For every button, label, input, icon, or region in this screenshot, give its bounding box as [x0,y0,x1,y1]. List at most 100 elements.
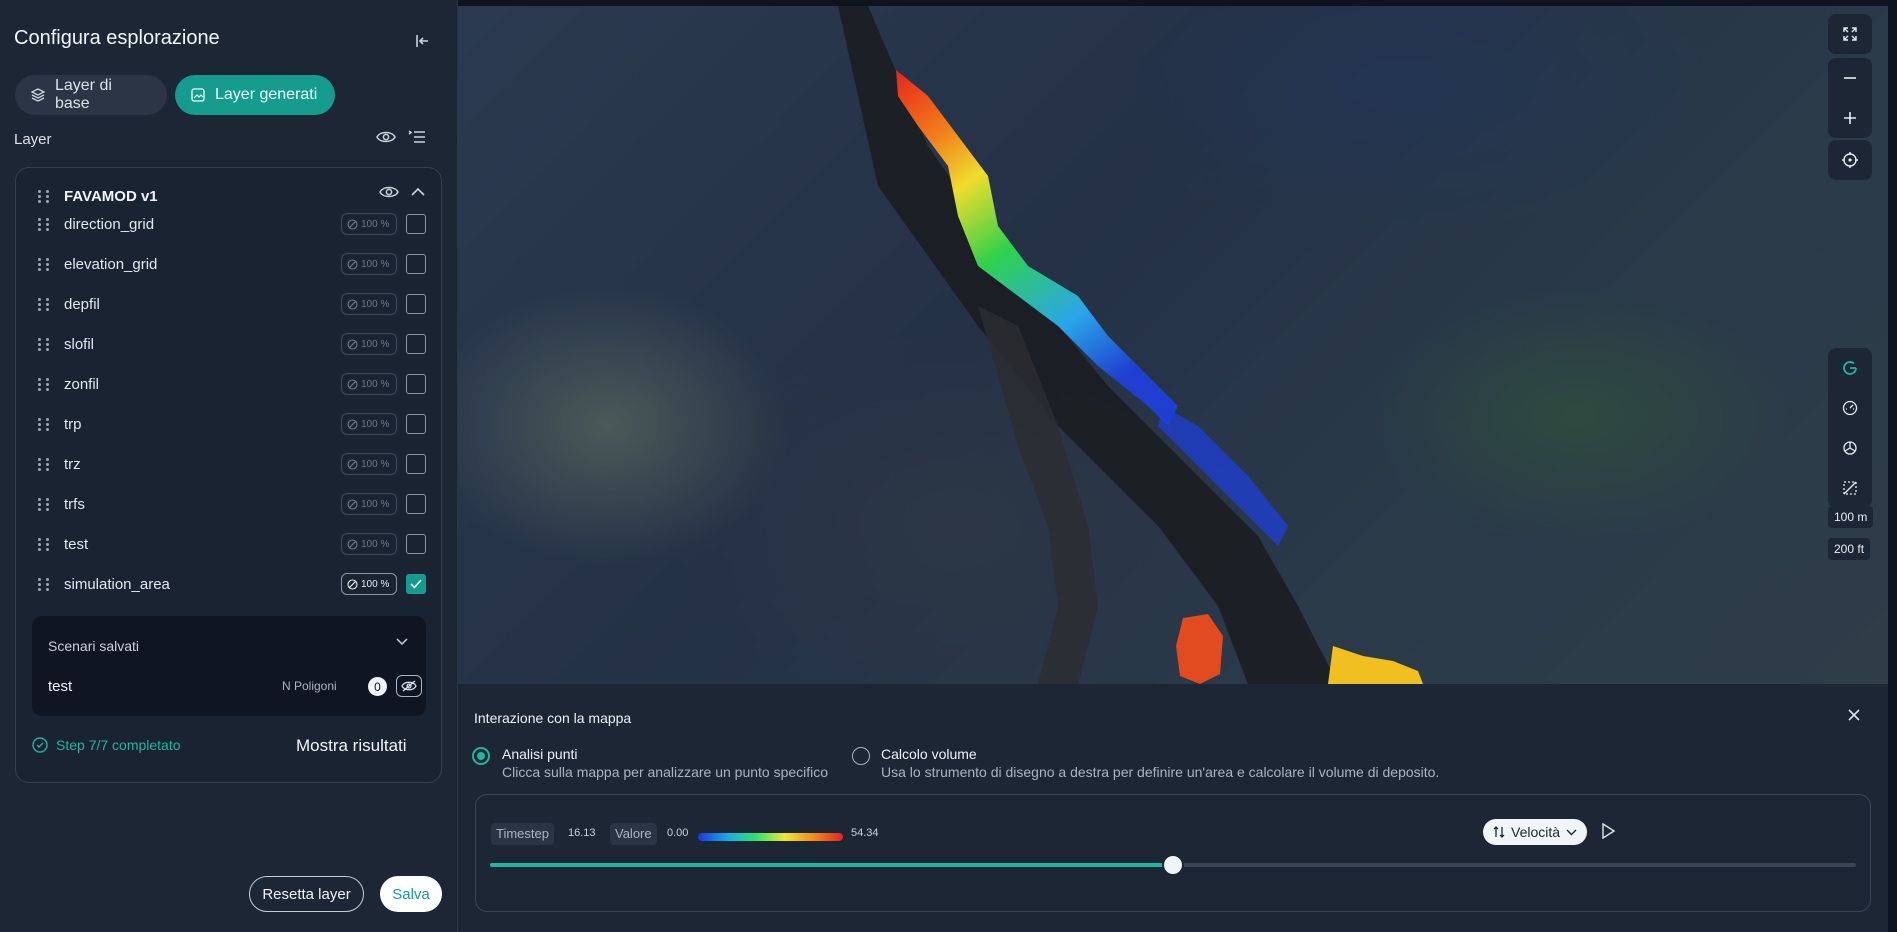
opacity-control[interactable]: 100 % [341,413,397,435]
layer-checkbox[interactable] [406,334,426,354]
layer-name: simulation_area [64,575,170,593]
opacity-control[interactable]: 100 % [341,453,397,475]
layer-name: trz [64,455,81,473]
layer-name: trp [64,415,82,433]
opacity-control[interactable]: 100 % [341,573,397,595]
drag-handle-icon[interactable] [38,416,52,432]
check-icon [410,579,422,589]
timestep-value: 16.13 [568,827,596,839]
opacity-icon [347,298,358,310]
reset-layer-button[interactable]: Resetta layer [249,876,364,912]
drag-handle-icon[interactable] [38,188,52,204]
drag-handle-icon[interactable] [38,536,52,552]
drag-handle-icon[interactable] [38,376,52,392]
google-tool-button[interactable] [1828,348,1872,388]
layer-row[interactable]: trfs 100 % [16,484,441,524]
layer-row[interactable]: trz 100 % [16,444,441,484]
opacity-control[interactable]: 100 % [341,373,397,395]
deposit-patch-2 [1328,646,1423,684]
opacity-value: 100 % [361,458,390,470]
locate-icon [1842,152,1858,168]
timeline-slider[interactable] [490,856,1856,874]
option-volume-title[interactable]: Calcolo volume [881,746,977,762]
save-button[interactable]: Salva [380,876,442,912]
layer-checkbox[interactable] [406,494,426,514]
variable-select[interactable]: Velocità [1483,819,1588,845]
play-icon[interactable] [1601,823,1615,839]
list-settings-icon[interactable] [408,130,426,144]
fullscreen-icon [1843,27,1857,41]
zoom-in-icon [1844,112,1856,124]
opacity-icon [347,538,358,550]
zoom-out-icon [1844,77,1856,79]
tab-generated-layers[interactable]: Layer generati [175,75,335,115]
layer-checkbox[interactable] [406,294,426,314]
option-volume-radio[interactable] [852,747,870,765]
interaction-title: Interazione con la mappa [474,710,632,726]
opacity-value: 100 % [361,578,390,590]
fullscreen-button[interactable] [1828,14,1872,54]
layer-name: depfil [64,295,100,313]
drag-handle-icon[interactable] [38,256,52,272]
tab-base-layers-label: Layer di base [54,77,112,112]
measure-tool-button[interactable] [1828,468,1872,508]
layer-checkbox[interactable] [406,374,426,394]
layer-checkbox[interactable] [406,534,426,554]
chevron-up-icon[interactable] [411,187,425,197]
layer-row[interactable]: trp 100 % [16,404,441,444]
tab-base-layers[interactable]: Layer di base [15,75,167,115]
layer-row[interactable]: zonfil 100 % [16,364,441,404]
layer-row[interactable]: slofil 100 % [16,324,441,364]
layer-checkbox[interactable] [406,454,426,474]
layer-row[interactable]: simulation_area 100 % [16,564,441,604]
opacity-control[interactable]: 100 % [341,333,397,355]
opacity-icon [347,218,358,230]
openai-tool-button[interactable] [1828,428,1872,468]
drag-handle-icon[interactable] [38,296,52,312]
opacity-control[interactable]: 100 % [341,213,397,235]
opacity-value: 100 % [361,258,390,270]
scenarios-title: Scenari salvati [48,638,140,654]
locate-button[interactable] [1828,140,1872,180]
close-icon[interactable] [1847,708,1861,722]
zoom-out-button[interactable] [1828,58,1872,98]
layer-checkbox[interactable] [406,214,426,234]
drag-handle-icon[interactable] [38,496,52,512]
layer-row[interactable]: direction_grid 100 % [16,204,441,244]
layer-group-card: FAVAMOD v1 direction_grid 100 % elevation_… [15,167,442,783]
drag-handle-icon[interactable] [38,576,52,592]
scenario-visibility-toggle[interactable] [396,675,422,697]
eye-icon[interactable] [376,130,396,144]
layer-checkbox[interactable] [406,574,426,594]
dashboard-tool-button[interactable] [1828,388,1872,428]
opacity-control[interactable]: 100 % [341,493,397,515]
opacity-value: 100 % [361,538,390,550]
layer-row[interactable]: elevation_grid 100 % [16,244,441,284]
layer-checkbox[interactable] [406,414,426,434]
drag-handle-icon[interactable] [38,456,52,472]
collapse-panel-button[interactable] [411,29,435,53]
eye-icon[interactable] [379,185,399,199]
map-view[interactable]: 100 m 200 ft [458,6,1888,684]
chevron-down-icon[interactable] [396,638,408,646]
zoom-in-button[interactable] [1828,98,1872,138]
opacity-control[interactable]: 100 % [341,533,397,555]
layer-checkbox[interactable] [406,254,426,274]
scale-metric: 100 m [1828,506,1874,528]
drag-handle-icon[interactable] [38,216,52,232]
polygons-label: N Poligoni [282,679,337,693]
flow-overlay [838,6,1423,684]
drag-handle-icon[interactable] [38,336,52,352]
option-analisi-title[interactable]: Analisi punti [502,746,578,762]
opacity-control[interactable]: 100 % [341,253,397,275]
timeline-slider-thumb[interactable] [1164,856,1182,874]
layer-row[interactable]: depfil 100 % [16,284,441,324]
opacity-control[interactable]: 100 % [341,293,397,315]
show-results-button[interactable]: Mostra risultati [296,736,407,756]
layer-name: test [64,535,89,553]
layer-name: zonfil [64,375,100,393]
layer-row[interactable]: test 100 % [16,524,441,564]
option-analisi-radio[interactable] [472,747,490,765]
scenario-name[interactable]: test [48,678,72,695]
opacity-value: 100 % [361,378,390,390]
